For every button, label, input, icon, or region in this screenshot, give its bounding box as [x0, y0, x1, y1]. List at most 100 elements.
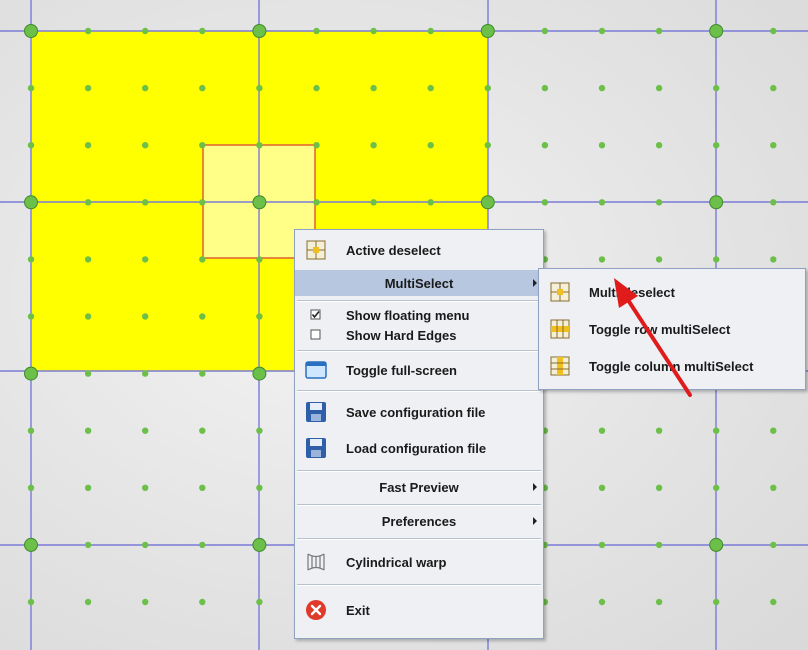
menu-item-label: Show floating menu: [346, 307, 470, 323]
grid-node: [84, 541, 92, 549]
menu-separator: [297, 390, 541, 392]
grid-node: [199, 427, 206, 434]
grid-node: [256, 484, 263, 491]
submenu-arrow-icon: [533, 483, 537, 491]
submenu-arrow-icon: [533, 517, 537, 525]
menu-item-label: Show Hard Edges: [346, 327, 457, 343]
grid-node: [256, 256, 263, 263]
grid-node: [709, 24, 724, 38]
menu-item-multiselect[interactable]: MultiSelect: [295, 270, 543, 296]
grid-node: [770, 27, 777, 35]
menu-item-label: MultiSelect: [384, 275, 454, 291]
grid-node: [27, 484, 35, 491]
grid-node: [427, 27, 434, 35]
grid-node: [370, 142, 377, 149]
grid-node: [199, 313, 206, 320]
grid-node: [655, 84, 663, 92]
grid-node: [709, 537, 724, 552]
grid-node: [256, 598, 263, 606]
grid-node: [370, 199, 377, 206]
grid-node: [84, 27, 92, 35]
grid-node: [84, 484, 92, 491]
menu-item-label: Fast Preview: [379, 479, 459, 495]
grid-node: [27, 313, 35, 320]
grid-node: [770, 199, 777, 206]
menu-item-preferences[interactable]: Preferences: [295, 508, 543, 534]
submenu-arrow-icon: [533, 279, 537, 287]
menu-item-active-deselect[interactable]: Active deselect: [295, 232, 543, 268]
menu-item-show-hard-edges[interactable]: Show Hard Edges: [295, 324, 543, 346]
grid-node: [252, 366, 267, 381]
menu-item-cylindrical-warp[interactable]: Cylindrical warp: [295, 542, 543, 582]
grid-node: [370, 84, 377, 92]
grid-node: [480, 195, 495, 210]
grid-node: [142, 484, 149, 491]
menu-item-label: Save configuration file: [346, 404, 486, 420]
grid-node: [770, 427, 777, 434]
menu-separator: [297, 350, 541, 352]
grid-node: [655, 27, 663, 35]
grid-node: [84, 598, 92, 606]
menu-item-toggle-full-screen[interactable]: Toggle full-screen: [295, 354, 543, 386]
grid-node: [541, 142, 549, 149]
submenu-item-toggle-row[interactable]: Toggle row multiSelect: [539, 311, 805, 347]
grid-node: [27, 142, 35, 149]
grid-node: [199, 84, 206, 92]
grid-node: [598, 199, 606, 206]
menu-item-label: Load configuration file: [346, 440, 487, 456]
grid-node: [655, 427, 663, 434]
grid-row-icon: [549, 318, 571, 340]
menu-separator: [297, 538, 541, 540]
grid-node: [84, 313, 92, 320]
menu-item-load-configuration[interactable]: Load configuration file: [295, 430, 543, 466]
grid-node: [84, 84, 92, 92]
grid-node: [541, 84, 549, 92]
menu-item-fast-preview[interactable]: Fast Preview: [295, 474, 543, 500]
grid-node: [598, 484, 606, 491]
grid-cell-icon: [305, 239, 327, 261]
grid-node: [313, 142, 320, 149]
grid-node: [84, 370, 92, 377]
submenu-item-multi-deselect[interactable]: Multi deselect: [539, 273, 805, 311]
submenu-item-label: Multi deselect: [589, 284, 675, 300]
grid-node: [84, 256, 92, 263]
grid-node: [142, 27, 149, 35]
menu-item-show-floating-menu[interactable]: Show floating menu: [295, 304, 543, 326]
grid-node: [199, 370, 206, 377]
checkbox-checked-icon: [305, 304, 327, 326]
grid-node: [252, 195, 267, 210]
grid-column-icon: [549, 355, 571, 377]
cylinder-icon: [305, 551, 327, 573]
floppy-disk-icon: [305, 437, 327, 459]
grid-node: [256, 313, 263, 320]
grid-node: [313, 27, 320, 35]
grid-node: [541, 199, 549, 206]
menu-separator: [297, 300, 541, 302]
grid-node: [24, 537, 38, 552]
grid-node: [252, 537, 267, 552]
grid-node: [142, 256, 149, 263]
menu-separator: [297, 584, 541, 586]
grid-node: [256, 142, 263, 149]
grid-node: [252, 24, 267, 38]
menu-item-save-configuration[interactable]: Save configuration file: [295, 394, 543, 430]
grid-node: [480, 24, 495, 38]
grid-node: [84, 142, 92, 149]
menu-item-exit[interactable]: Exit: [295, 588, 543, 632]
grid-node: [142, 142, 149, 149]
grid-node: [256, 427, 263, 434]
grid-node: [199, 598, 206, 606]
menu-separator: [297, 504, 541, 506]
submenu-item-toggle-column[interactable]: Toggle column multiSelect: [539, 347, 805, 385]
submenu-item-label: Toggle column multiSelect: [589, 358, 754, 374]
grid-node: [598, 598, 606, 606]
grid-node: [24, 195, 38, 210]
grid-node: [142, 541, 149, 549]
window-icon: [305, 359, 327, 381]
grid-node: [770, 142, 777, 149]
multiselect-submenu: Multi deselect Toggle row multiSelect To…: [538, 268, 806, 390]
grid-node: [713, 427, 720, 434]
grid-node: [199, 199, 206, 206]
menu-separator: [297, 470, 541, 472]
grid-node: [84, 199, 92, 206]
